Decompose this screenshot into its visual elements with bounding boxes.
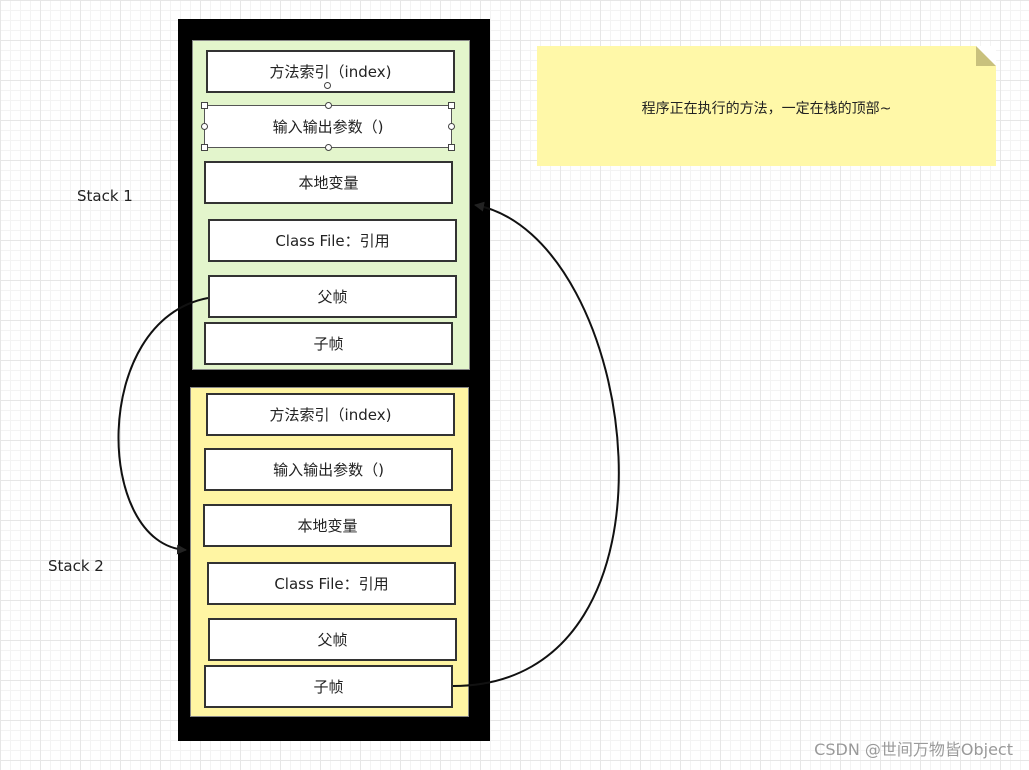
resize-handle[interactable] [325,144,332,151]
stack-2-frame-io-params[interactable]: 输入输出参数（) [204,448,453,491]
resize-handle[interactable] [448,123,455,130]
note-fold-corner [976,46,996,66]
stack-1-label: Stack 1 [77,187,133,205]
watermark: CSDN @世间万物皆Object [814,740,1013,759]
stack-2-frame-local-vars[interactable]: 本地变量 [203,504,452,547]
rotate-handle[interactable] [324,82,331,89]
resize-handle[interactable] [201,102,208,109]
resize-handle[interactable] [201,123,208,130]
stack-1-frame-class-file-ref[interactable]: Class File：引用 [208,219,457,262]
resize-handle[interactable] [325,102,332,109]
stack-1-frame-parent[interactable]: 父帧 [208,275,457,318]
resize-handle[interactable] [448,102,455,109]
stack-1-frame-io-params[interactable]: 输入输出参数（) [204,105,452,148]
stack-2-frame-parent[interactable]: 父帧 [208,618,457,661]
sticky-note[interactable]: 程序正在执行的方法，一定在栈的顶部~ [537,46,996,166]
note-text: 程序正在执行的方法，一定在栈的顶部~ [641,101,892,117]
stack-2-frame-class-file-ref[interactable]: Class File：引用 [207,562,456,605]
stack-2-frame-method-index[interactable]: 方法索引（index) [206,393,455,436]
resize-handle[interactable] [201,144,208,151]
resize-handle[interactable] [448,144,455,151]
stack-1-frame-local-vars[interactable]: 本地变量 [204,161,453,204]
stack-2-frame-child[interactable]: 子帧 [204,665,453,708]
stack-1-frame-child[interactable]: 子帧 [204,322,453,365]
stack-2-label: Stack 2 [48,557,104,575]
